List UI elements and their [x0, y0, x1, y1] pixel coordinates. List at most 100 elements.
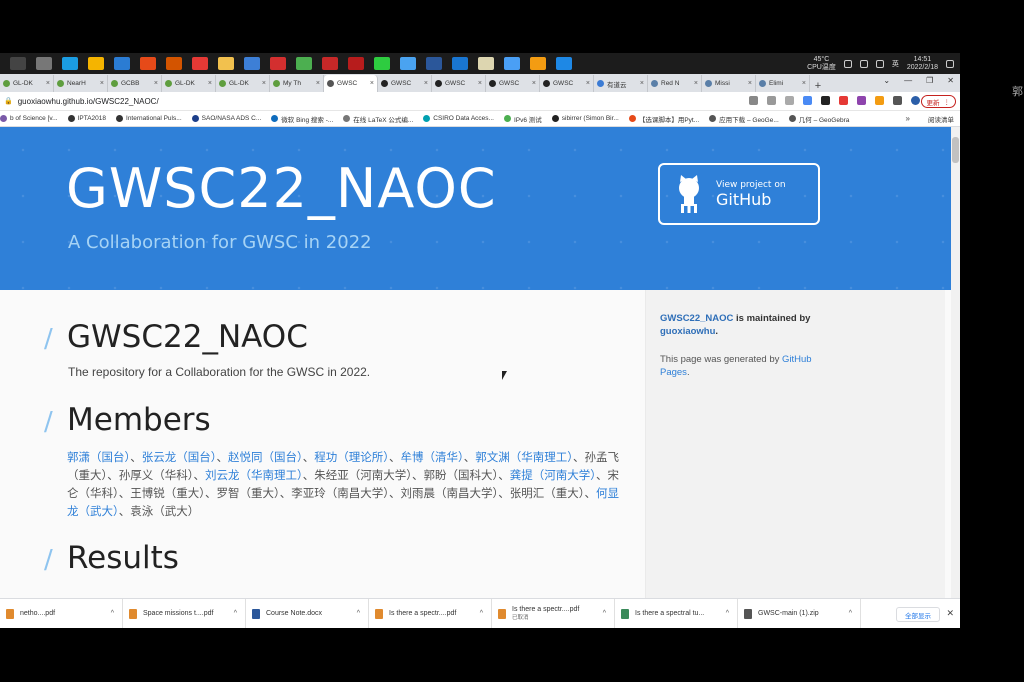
owner-link[interactable]: guoxiaowhu	[660, 326, 715, 337]
matlab-icon[interactable]	[166, 57, 182, 70]
member-link[interactable]: 牟博（清华）	[401, 450, 464, 464]
close-window-button[interactable]: ✕	[947, 76, 954, 85]
puzzle-icon[interactable]	[893, 96, 902, 105]
member-link[interactable]: 张云龙（国台）	[142, 450, 217, 464]
download-item[interactable]: netho....pdf ^	[0, 598, 123, 628]
app-orange-icon[interactable]	[530, 57, 546, 70]
tab[interactable]: GL-DK ×	[0, 75, 54, 92]
download-item[interactable]: Is there a spectr....pdf ^	[369, 598, 492, 628]
profile-avatar[interactable]	[911, 96, 920, 105]
chrome-icon[interactable]	[296, 57, 312, 70]
update-button[interactable]: 更新 ⋮	[920, 95, 956, 108]
tab[interactable]: My Th ×	[270, 75, 324, 92]
chevron-up-icon[interactable]: ^	[111, 610, 114, 617]
office-icon[interactable]	[140, 57, 156, 70]
tab[interactable]: GL-DK ×	[162, 75, 216, 92]
tab-close-icon[interactable]: ×	[100, 80, 104, 87]
reading-list-button[interactable]: 阅读清单	[928, 114, 954, 124]
wechat-icon[interactable]	[374, 57, 390, 70]
tab[interactable]: NearH ×	[54, 75, 108, 92]
extension-red-icon[interactable]	[839, 96, 848, 105]
share-icon[interactable]	[785, 96, 794, 105]
tab-active[interactable]: GWSC ×	[324, 75, 378, 92]
tab-close-icon[interactable]: ×	[748, 80, 752, 87]
tab[interactable]: GWSC ×	[432, 75, 486, 92]
show-all-downloads-button[interactable]: 全部显示	[896, 607, 940, 622]
mail-icon[interactable]	[114, 57, 130, 70]
task-view-icon[interactable]	[36, 57, 52, 70]
download-item[interactable]: GWSC-main (1).zip ^	[738, 598, 861, 628]
cpu-temp-widget[interactable]: 45°C CPU温度	[807, 56, 836, 72]
tab[interactable]: Red N ×	[648, 75, 702, 92]
tab[interactable]: GWSC ×	[486, 75, 540, 92]
chevron-up-icon[interactable]: ^	[849, 610, 852, 617]
bookmark-item[interactable]: SAO/NASA ADS C...	[191, 115, 261, 122]
member-link[interactable]: 郭文渊（华南理工）	[475, 450, 573, 464]
tab[interactable]: Missi ×	[702, 75, 756, 92]
tab[interactable]: GL-DK ×	[216, 75, 270, 92]
tab-close-icon[interactable]: ×	[46, 80, 50, 87]
bookmarks-more-button[interactable]: »	[906, 114, 910, 123]
bookmark-item[interactable]: CSIRO Data Acces...	[423, 115, 494, 122]
tab-close-icon[interactable]: ×	[424, 80, 428, 87]
chevron-up-icon[interactable]	[843, 59, 852, 68]
extension-icon[interactable]	[821, 96, 830, 105]
monitor-icon[interactable]	[244, 57, 260, 70]
tab[interactable]: GCBB ×	[108, 75, 162, 92]
tab-close-icon[interactable]: ×	[208, 80, 212, 87]
download-item[interactable]: Is there a spectr....pdf 已取消 ^	[492, 598, 615, 628]
tab[interactable]: GWSC ×	[378, 75, 432, 92]
member-link[interactable]: 程功（理论所）	[314, 450, 389, 464]
zoom-icon[interactable]	[767, 96, 776, 105]
word-icon[interactable]	[426, 57, 442, 70]
scrollbar-thumb[interactable]	[952, 137, 959, 163]
chevron-up-icon[interactable]: ^	[480, 610, 483, 617]
close-downloads-bar-button[interactable]: ✕	[946, 608, 954, 619]
chevron-up-icon[interactable]: ^	[234, 610, 237, 617]
tab-close-icon[interactable]: ×	[478, 80, 482, 87]
tab-close-icon[interactable]: ×	[154, 80, 158, 87]
baidu-netdisk-icon[interactable]	[504, 57, 520, 70]
bookmark-item[interactable]: IPTA2018	[67, 115, 106, 122]
member-link[interactable]: 刘云龙（华南理工）	[205, 468, 303, 482]
extension-grid-icon[interactable]	[857, 96, 866, 105]
app-globe-icon[interactable]	[478, 57, 494, 70]
bookmark-star-icon[interactable]	[803, 96, 812, 105]
chevron-up-icon[interactable]: ^	[603, 610, 606, 617]
ime-indicator[interactable]: 英	[892, 59, 899, 69]
bookmark-item[interactable]: 【选课脚本】用Pyt...	[628, 114, 699, 124]
tab-close-icon[interactable]: ×	[532, 80, 536, 87]
new-tab-button[interactable]: +	[810, 80, 826, 92]
app-blue-icon[interactable]	[452, 57, 468, 70]
tab[interactable]: 有道云 ×	[594, 75, 648, 92]
bookmark-item[interactable]: IPv6 测试	[503, 114, 542, 124]
minimize-button[interactable]: —	[904, 76, 912, 85]
url-field[interactable]: guoxiaowhu.github.io/GWSC22_NAOC/	[18, 97, 159, 106]
windows-icon[interactable]	[10, 57, 26, 70]
tab-close-icon[interactable]: ×	[640, 80, 644, 87]
edge-icon[interactable]	[62, 57, 78, 70]
app-mountain-icon[interactable]	[556, 57, 572, 70]
extension-orange-icon[interactable]	[875, 96, 884, 105]
bookmark-item[interactable]: b of Science [v...	[0, 115, 58, 122]
tab-close-icon[interactable]: ×	[802, 80, 806, 87]
page-scrollbar[interactable]	[951, 127, 960, 598]
download-item[interactable]: Course Note.docx ^	[246, 598, 369, 628]
tab[interactable]: Elimi ×	[756, 75, 810, 92]
lock-icon[interactable]: 🔒	[4, 97, 13, 105]
translate-icon[interactable]	[749, 96, 758, 105]
view-on-github-button[interactable]: View project on GitHub	[658, 163, 820, 225]
tab-close-icon[interactable]: ×	[370, 80, 374, 87]
acrobat-icon[interactable]	[348, 57, 364, 70]
feather-icon[interactable]	[400, 57, 416, 70]
bookmark-item[interactable]: sibirrer (Simon Bir...	[551, 115, 619, 122]
tab-close-icon[interactable]: ×	[694, 80, 698, 87]
app-red-icon[interactable]	[270, 57, 286, 70]
clock[interactable]: 14:51 2022/2/18	[907, 56, 938, 72]
tab-search-icon[interactable]: ⌄	[883, 76, 890, 85]
member-link[interactable]: 郭潇（国台）	[67, 450, 130, 464]
member-link[interactable]: 赵悦同（国台）	[228, 450, 303, 464]
member-link[interactable]: 龚提（河南大学）	[510, 468, 596, 482]
settings-app-icon[interactable]	[192, 57, 208, 70]
store-icon[interactable]	[88, 57, 104, 70]
